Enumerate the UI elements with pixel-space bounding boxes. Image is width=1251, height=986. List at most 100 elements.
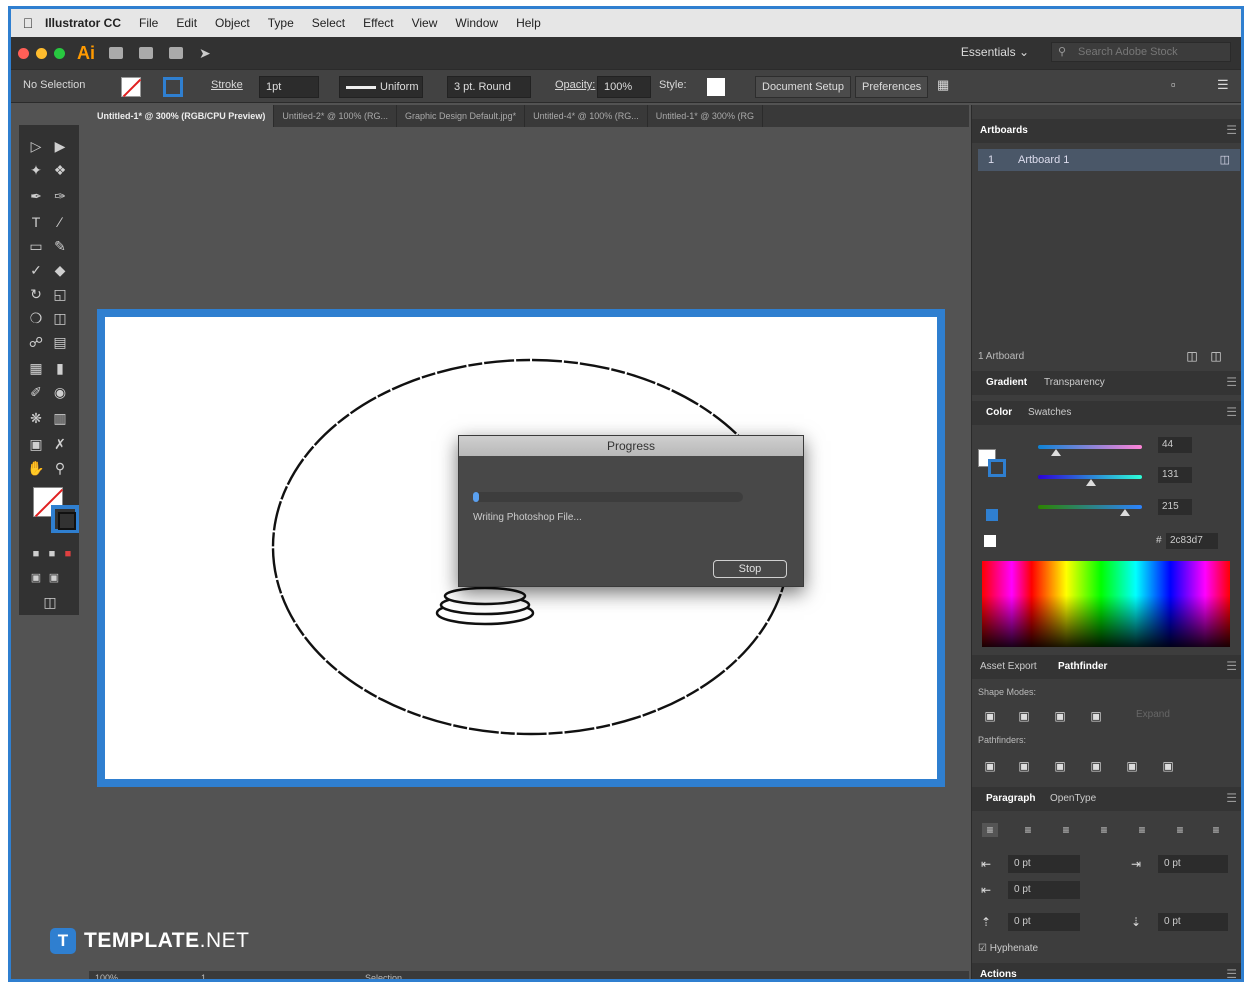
tab-untitled-1[interactable]: Untitled-1* @ 300% (RGB/CPU Preview) — [89, 105, 275, 127]
screen-mode-icon[interactable]: ◫ — [39, 591, 61, 613]
align-right-icon[interactable]: ≡ — [1058, 823, 1074, 837]
menu-window[interactable]: Window — [455, 16, 498, 30]
tab-paragraph[interactable]: Paragraph — [986, 793, 1035, 804]
merge-icon[interactable]: ▣ — [1052, 759, 1068, 773]
tab-pathfinder[interactable]: Pathfinder — [1058, 661, 1107, 672]
slice-tool-icon[interactable]: ✗ — [49, 433, 71, 455]
tab-transparency[interactable]: Transparency — [1044, 377, 1105, 388]
hyphenate-checkbox[interactable]: ☑ Hyphenate — [978, 943, 1038, 954]
actions-panel-title[interactable]: Actions — [980, 969, 1017, 979]
divide-icon[interactable]: ▣ — [982, 759, 998, 773]
selection-tool-icon[interactable]: ▷ — [25, 135, 47, 157]
blue-slider-thumb[interactable] — [1120, 509, 1131, 516]
curvature-tool-icon[interactable]: ✑ — [49, 185, 71, 207]
minus-front-icon[interactable]: ▣ — [1016, 709, 1032, 723]
gradient-panel-menu-icon[interactable]: ☰ — [1226, 375, 1237, 389]
workspace-switcher[interactable]: Essentials ⌄ — [961, 45, 1029, 59]
new-artboard-icon[interactable]: ◫ — [1184, 349, 1200, 363]
expand-button[interactable]: Expand — [1136, 709, 1170, 720]
toolbar-stroke-swatch[interactable] — [51, 505, 79, 533]
symbol-sprayer-tool-icon[interactable]: ❋ — [25, 407, 47, 429]
document-setup-button[interactable]: Document Setup — [755, 76, 851, 98]
stroke-swatch[interactable] — [163, 77, 183, 97]
tab-opentype[interactable]: OpenType — [1050, 793, 1096, 804]
white-swatch[interactable] — [984, 535, 996, 547]
zoom-level[interactable]: 100% — [95, 973, 118, 979]
intersect-icon[interactable]: ▣ — [1052, 709, 1068, 723]
artboards-panel-menu-icon[interactable]: ☰ — [1226, 123, 1237, 137]
green-slider-thumb[interactable] — [1086, 479, 1097, 486]
justify-last-right-icon[interactable]: ≡ — [1172, 823, 1188, 837]
apple-icon[interactable]:  — [11, 15, 45, 31]
gradient-tool-icon[interactable]: ▮ — [49, 357, 71, 379]
type-tool-icon[interactable]: T — [25, 211, 47, 233]
hex-value[interactable]: 2c83d7 — [1166, 533, 1218, 549]
minimize-window-icon[interactable] — [36, 47, 47, 59]
artboard-navigation[interactable]: 1 — [201, 973, 206, 979]
actions-panel-menu-icon[interactable]: ☰ — [1226, 967, 1237, 979]
menu-select[interactable]: Select — [312, 16, 345, 30]
color-spectrum[interactable] — [982, 561, 1230, 647]
menu-app-name[interactable]: Illustrator CC — [45, 16, 121, 30]
magic-wand-tool-icon[interactable]: ✦ — [25, 159, 47, 181]
pen-tool-icon[interactable]: ✒ — [25, 185, 47, 207]
outline-icon[interactable]: ▣ — [1124, 759, 1140, 773]
red-value[interactable]: 44 — [1158, 437, 1192, 453]
perspective-grid-tool-icon[interactable]: ▤ — [49, 331, 71, 353]
zoom-tool-icon[interactable]: ⚲ — [49, 457, 71, 479]
green-value[interactable]: 131 — [1158, 467, 1192, 483]
tab-asset-export[interactable]: Asset Export — [980, 661, 1037, 672]
tab-untitled-4[interactable]: Untitled-4* @ 100% (RG... — [525, 105, 648, 127]
menu-object[interactable]: Object — [215, 16, 250, 30]
left-indent-field[interactable]: 0 pt — [1008, 855, 1080, 873]
fill-swatch[interactable] — [121, 77, 141, 97]
zoom-window-icon[interactable] — [54, 47, 65, 59]
artboard-tool-icon[interactable]: ▣ — [25, 433, 47, 455]
artboards-panel-title[interactable]: Artboards — [980, 125, 1028, 136]
stock-icon[interactable] — [139, 47, 153, 59]
tab-color[interactable]: Color — [986, 407, 1012, 418]
menu-help[interactable]: Help — [516, 16, 541, 30]
align-left-icon[interactable]: ≡ — [982, 823, 998, 837]
menu-edit[interactable]: Edit — [176, 16, 197, 30]
rectangle-tool-icon[interactable]: ▭ — [25, 235, 47, 257]
warp-tool-icon[interactable]: ❍ — [25, 307, 47, 329]
draw-behind-icon[interactable]: ▣ — [43, 567, 65, 589]
artwork-base[interactable] — [435, 586, 535, 626]
tab-graphic-design[interactable]: Graphic Design Default.jpg* — [397, 105, 526, 127]
direct-selection-tool-icon[interactable]: ▶ — [49, 135, 71, 157]
scale-tool-icon[interactable]: ◱ — [49, 283, 71, 305]
justify-last-left-icon[interactable]: ≡ — [1096, 823, 1112, 837]
stop-button[interactable]: Stop — [713, 560, 787, 578]
preferences-button[interactable]: Preferences — [855, 76, 929, 98]
stroke-label[interactable]: Stroke — [211, 79, 243, 91]
variable-width-profile[interactable]: Uniform — [339, 76, 423, 98]
justify-last-center-icon[interactable]: ≡ — [1134, 823, 1150, 837]
blue-value[interactable]: 215 — [1158, 499, 1192, 515]
gpu-performance-icon[interactable]: ➤ — [199, 45, 211, 62]
tab-gradient[interactable]: Gradient — [986, 377, 1027, 388]
tab-swatches[interactable]: Swatches — [1028, 407, 1071, 418]
eyedropper-tool-icon[interactable]: ✐ — [25, 381, 47, 403]
unite-icon[interactable]: ▣ — [982, 709, 998, 723]
exclude-icon[interactable]: ▣ — [1088, 709, 1104, 723]
opacity-field[interactable]: 100% — [597, 76, 651, 98]
crop-icon[interactable]: ▣ — [1088, 759, 1104, 773]
shaper-tool-icon[interactable]: ✓ — [25, 259, 47, 281]
red-slider-thumb[interactable] — [1050, 449, 1061, 456]
pathfinder-panel-menu-icon[interactable]: ☰ — [1226, 659, 1237, 673]
rotate-tool-icon[interactable]: ↻ — [25, 283, 47, 305]
mesh-tool-icon[interactable]: ▦ — [25, 357, 47, 379]
menu-type[interactable]: Type — [268, 16, 294, 30]
menu-effect[interactable]: Effect — [363, 16, 393, 30]
blend-tool-icon[interactable]: ◉ — [49, 381, 71, 403]
paintbrush-tool-icon[interactable]: ✎ — [49, 235, 71, 257]
menu-view[interactable]: View — [412, 16, 438, 30]
column-graph-tool-icon[interactable]: ▥ — [49, 407, 71, 429]
shape-builder-tool-icon[interactable]: ☍ — [25, 331, 47, 353]
delete-artboard-icon[interactable]: ◫ — [1208, 349, 1224, 363]
panel-menu-icon[interactable]: ☰ — [1217, 77, 1229, 93]
bridge-icon[interactable] — [109, 47, 123, 59]
graphic-style-swatch[interactable] — [707, 78, 725, 96]
color-stroke-swatch[interactable] — [988, 459, 1006, 477]
